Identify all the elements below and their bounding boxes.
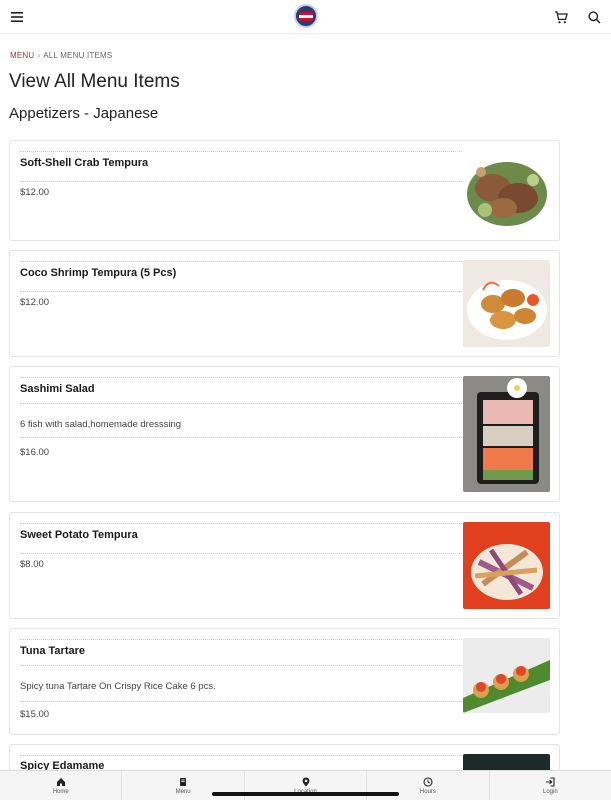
item-description: Spicy tuna Tartare On Crispy Rice Cake 6… <box>20 681 216 692</box>
nav-label: Home <box>52 788 69 795</box>
divider <box>20 553 462 554</box>
breadcrumb: MENU › ALL MENU ITEMS <box>10 51 112 60</box>
divider <box>20 523 462 524</box>
item-price: $12.00 <box>20 187 50 198</box>
item-price: $8.00 <box>20 559 44 570</box>
item-name[interactable]: Tuna Tartare <box>20 645 85 657</box>
menu-book-icon <box>178 777 188 787</box>
menu-item-card[interactable]: Sashimi Salad 6 fish with salad,homemade… <box>9 366 560 502</box>
location-pin-icon <box>301 777 311 787</box>
divider <box>20 377 462 378</box>
nav-label: Menu <box>175 788 191 795</box>
divider <box>20 755 462 756</box>
item-name[interactable]: Sweet Potato Tempura <box>20 529 138 541</box>
divider <box>20 261 462 262</box>
divider <box>20 639 462 640</box>
page-title: View All Menu Items <box>9 71 180 92</box>
nav-login[interactable]: Login <box>490 771 611 800</box>
nav-label: Hours <box>419 788 436 795</box>
divider <box>20 291 462 292</box>
nav-home[interactable]: Home <box>0 771 123 800</box>
divider <box>20 403 462 404</box>
coco-shrimp-photo[interactable] <box>463 260 550 347</box>
breadcrumb-current: ALL MENU ITEMS <box>43 51 113 60</box>
item-name[interactable]: Soft-Shell Crab Tempura <box>20 157 148 169</box>
hamburger-menu-icon[interactable] <box>7 7 27 27</box>
sweet-potato-photo[interactable] <box>463 522 550 609</box>
breadcrumb-menu-link[interactable]: MENU <box>10 51 34 60</box>
clock-icon <box>423 776 433 787</box>
item-price: $15.00 <box>20 709 50 720</box>
item-description: 6 fish with salad,homemade dresssing <box>20 419 182 430</box>
login-icon <box>545 776 555 787</box>
tuna-tartare-photo[interactable] <box>463 638 550 713</box>
menu-item-card[interactable]: Tuna Tartare Spicy tuna Tartare On Crisp… <box>9 628 560 735</box>
breadcrumb-separator: › <box>37 51 41 60</box>
soft-shell-crab-photo[interactable] <box>463 150 550 231</box>
divider <box>20 665 462 666</box>
home-indicator <box>212 792 399 796</box>
home-icon <box>56 777 66 787</box>
item-price: $16.00 <box>20 447 50 458</box>
section-title: Appetizers - Japanese <box>9 105 159 122</box>
top-bar <box>0 0 611 34</box>
divider <box>20 181 462 182</box>
menu-item-card[interactable]: Sweet Potato Tempura $8.00 <box>9 512 560 619</box>
item-name[interactable]: Sashimi Salad <box>20 383 95 395</box>
cart-icon[interactable] <box>551 7 571 27</box>
search-icon[interactable] <box>584 7 604 27</box>
menu-item-card[interactable]: Soft-Shell Crab Tempura $12.00 <box>9 140 560 241</box>
item-price: $12.00 <box>20 297 50 308</box>
divider <box>20 701 462 702</box>
divider <box>20 151 462 152</box>
menu-item-card[interactable]: Coco Shrimp Tempura (5 Pcs) $12.00 <box>9 250 560 357</box>
restaurant-logo[interactable] <box>294 4 318 28</box>
nav-label: Login <box>542 788 558 795</box>
sashimi-salad-photo[interactable] <box>463 376 550 492</box>
item-name[interactable]: Coco Shrimp Tempura (5 Pcs) <box>20 267 176 279</box>
divider <box>20 437 462 438</box>
